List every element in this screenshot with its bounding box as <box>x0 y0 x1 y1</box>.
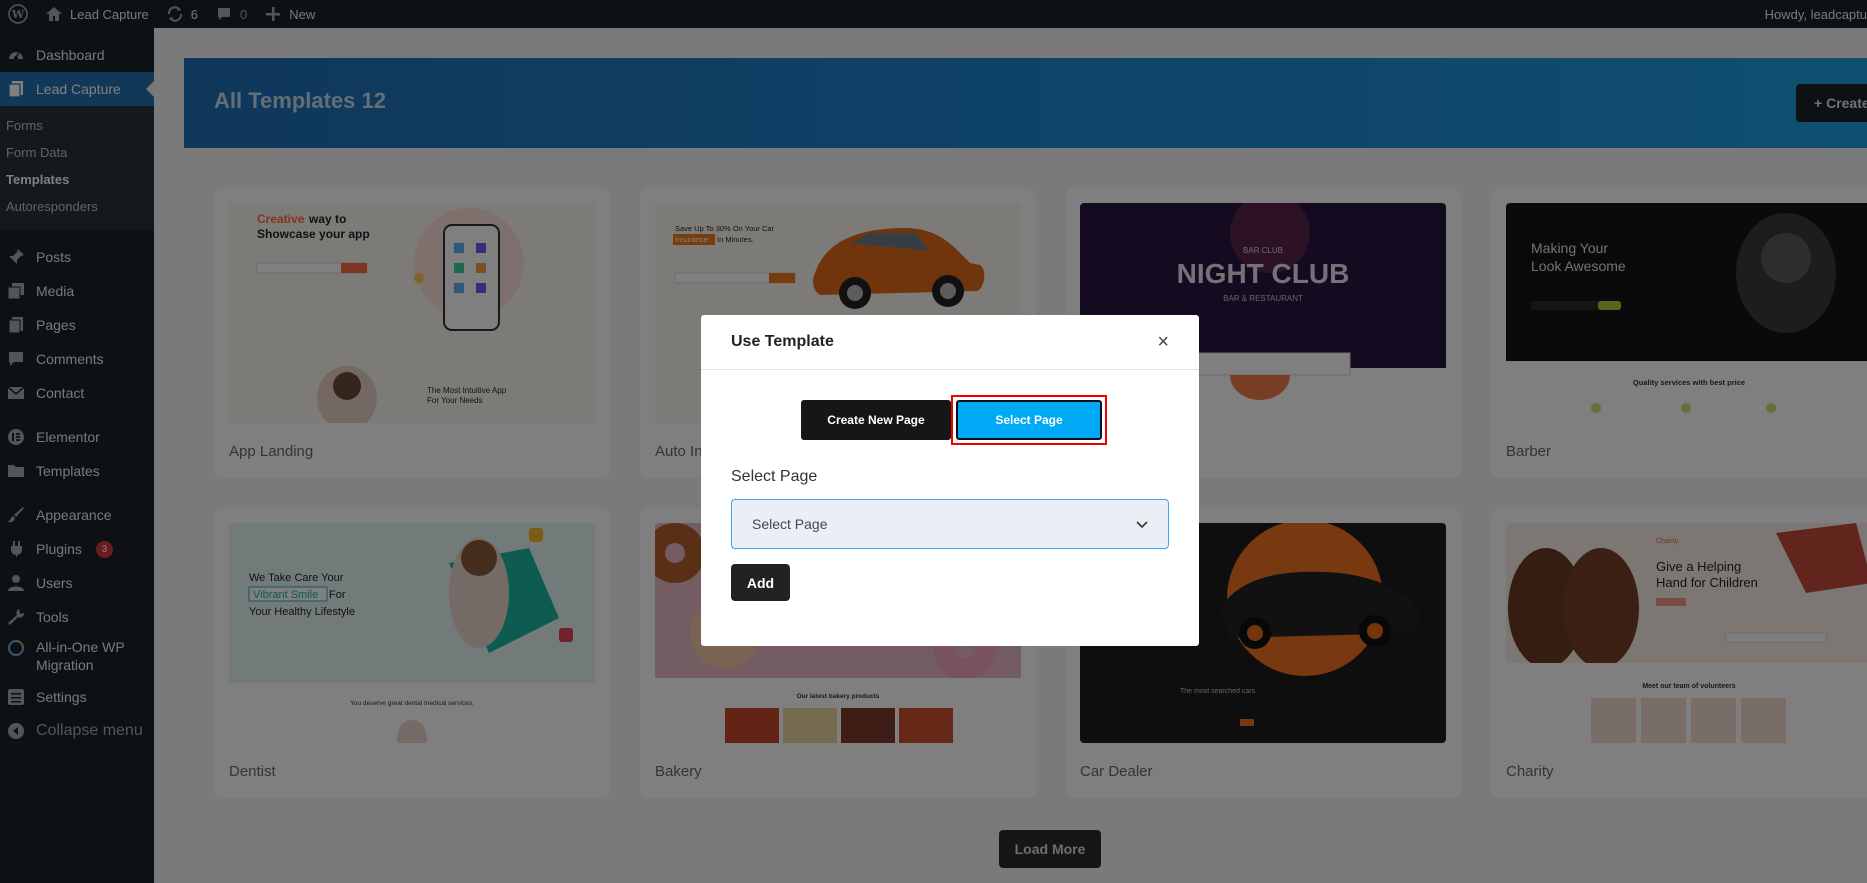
select-page-label: Select Page <box>731 468 818 485</box>
close-icon[interactable]: × <box>1157 331 1169 354</box>
page-select-value: Select Page <box>752 516 828 532</box>
chevron-down-icon <box>1136 516 1148 532</box>
page-select-dropdown[interactable]: Select Page <box>731 499 1169 549</box>
modal-title: Use Template <box>731 333 834 350</box>
page-mode-toggle: Create New Page Select Page <box>801 395 1107 445</box>
select-page-button[interactable]: Select Page <box>956 400 1102 440</box>
create-new-page-button[interactable]: Create New Page <box>801 400 951 440</box>
add-button[interactable]: Add <box>731 564 790 601</box>
highlight-outline: Select Page <box>951 395 1107 445</box>
use-template-modal: Use Template × Create New Page Select Pa… <box>701 315 1199 646</box>
modal-header: Use Template × <box>701 315 1199 370</box>
